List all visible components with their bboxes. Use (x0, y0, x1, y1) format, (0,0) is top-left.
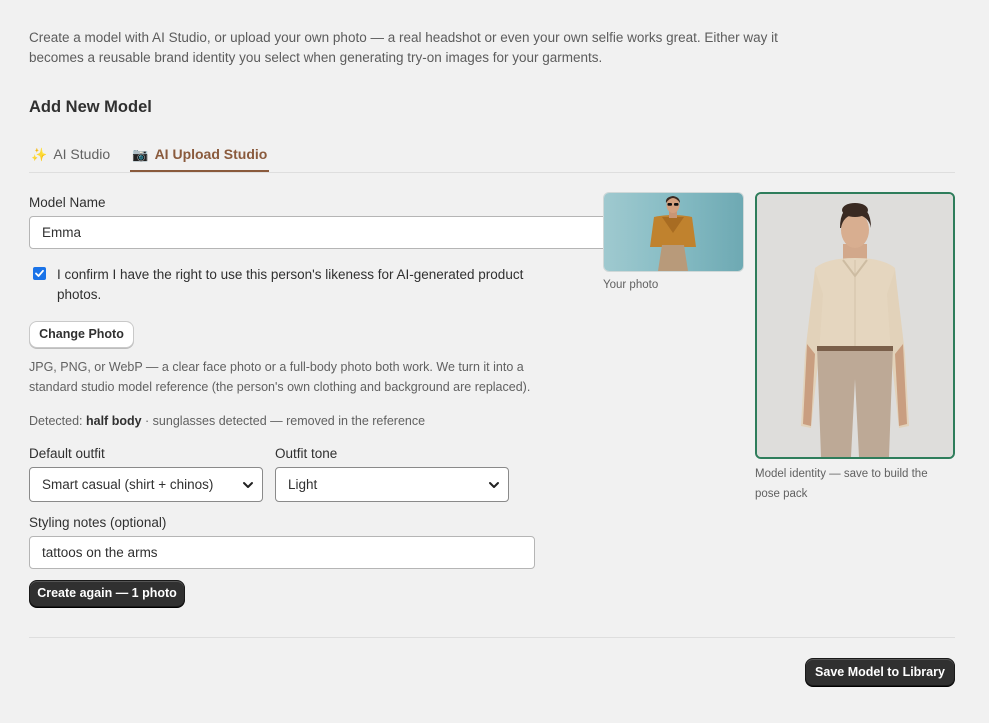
tab-ai-upload-studio[interactable]: 📷 AI Upload Studio (130, 140, 270, 172)
camera-icon: 📷 (132, 147, 149, 162)
model-identity-image (757, 194, 953, 457)
default-outfit-value: Smart casual (shirt + chinos) (42, 477, 214, 492)
model-identity-preview (755, 192, 955, 459)
your-photo-caption: Your photo (603, 279, 659, 291)
footer-divider (29, 637, 955, 638)
detected-suffix: · sunglasses detected — removed in the r… (145, 414, 426, 428)
create-again-button[interactable]: Create again — 1 photo (29, 580, 185, 607)
change-photo-button[interactable]: Change Photo (29, 321, 134, 348)
chevron-down-icon (489, 482, 499, 488)
uploaded-photo-thumbnail (603, 192, 744, 272)
uploaded-photo-image (604, 193, 743, 271)
detected-value: half body (86, 414, 142, 428)
styling-notes-label: Styling notes (optional) (29, 515, 167, 530)
outfit-tone-select[interactable]: Light (275, 467, 509, 502)
tab-ai-studio[interactable]: ✨ AI Studio (31, 140, 110, 171)
default-outfit-label: Default outfit (29, 446, 105, 461)
outfit-tone-value: Light (288, 477, 318, 492)
section-title: Add New Model (29, 98, 152, 116)
studio-tabs: ✨ AI Studio 📷 AI Upload Studio (29, 140, 955, 173)
tab-ai-studio-label: AI Studio (53, 146, 111, 162)
model-identity-caption: Model identity — save to build the pose … (755, 468, 928, 500)
consent-checkbox[interactable] (33, 267, 46, 280)
model-name-input[interactable] (29, 216, 609, 249)
detected-prefix: Detected: (29, 414, 83, 428)
upload-help-text: JPG, PNG, or WebP — a clear face photo o… (29, 360, 531, 394)
detection-summary: Detected: half body · sunglasses detecte… (29, 414, 425, 428)
intro-description: Create a model with AI Studio, or upload… (29, 30, 778, 65)
model-name-label: Model Name (29, 195, 106, 210)
default-outfit-select[interactable]: Smart casual (shirt + chinos) (29, 467, 263, 502)
checkmark-icon (35, 269, 44, 277)
tab-ai-upload-studio-label: AI Upload Studio (154, 146, 268, 162)
chevron-down-icon (243, 482, 253, 488)
sparkles-icon: ✨ (31, 147, 48, 162)
outfit-tone-label: Outfit tone (275, 446, 338, 461)
consent-label: I confirm I have the right to use this p… (57, 267, 524, 302)
save-model-button[interactable]: Save Model to Library (805, 658, 955, 686)
styling-notes-input[interactable] (29, 536, 535, 569)
